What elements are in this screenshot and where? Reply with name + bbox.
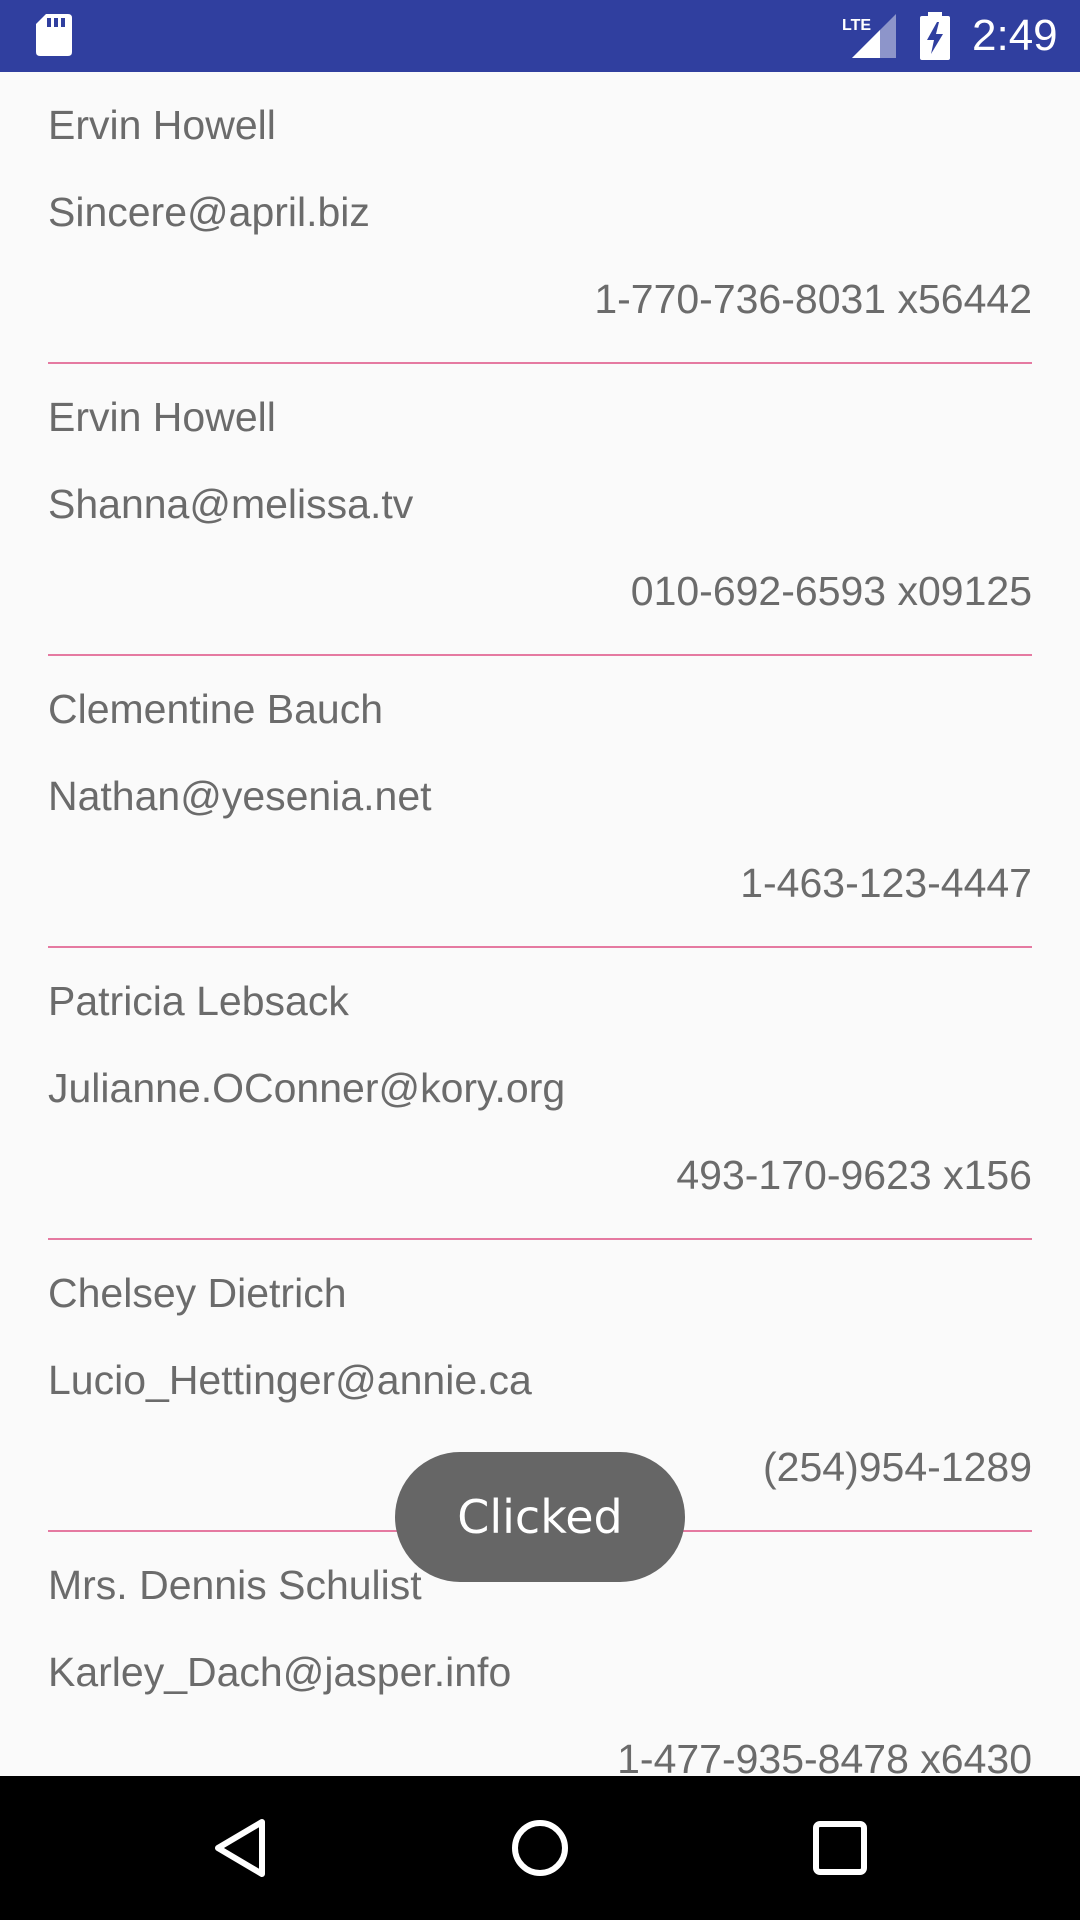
lte-signal-icon: LTE [842,14,896,58]
contact-email: Nathan@yesenia.net [48,773,432,819]
contact-phone: 493-170-9623 x156 [676,1152,1032,1198]
contact-name: Ervin Howell [48,394,276,440]
contact-list-item[interactable]: Clementine Bauch Nathan@yesenia.net 1-46… [0,656,1080,948]
contact-phone: 1-770-736-8031 x56442 [594,276,1032,322]
contact-name: Chelsey Dietrich [48,1270,347,1316]
status-bar: LTE 2:49 [0,0,1080,72]
contact-phone: 010-692-6593 x09125 [630,568,1032,614]
contact-list-item[interactable]: Ervin Howell Shanna@melissa.tv 010-692-6… [0,364,1080,656]
navigation-bar [0,1776,1080,1920]
contact-email: Sincere@april.biz [48,189,370,235]
battery-charging-icon [920,12,950,60]
contact-name: Ervin Howell [48,102,276,148]
contact-phone: (254)954-1289 [763,1444,1032,1490]
contact-email: Julianne.OConner@kory.org [48,1065,566,1111]
toast-message: Clicked [395,1452,685,1582]
contact-name: Patricia Lebsack [48,978,349,1024]
contact-list-item[interactable]: Patricia Lebsack Julianne.OConner@kory.o… [0,948,1080,1240]
contact-phone: 1-463-123-4447 [740,860,1032,906]
contact-email: Karley_Dach@jasper.info [48,1649,512,1695]
contact-name: Mrs. Dennis Schulist [48,1562,422,1608]
contact-list-item[interactable]: Ervin Howell Sincere@april.biz 1-770-736… [0,72,1080,364]
status-bar-time: 2:49 [972,11,1058,60]
recents-icon[interactable] [804,1812,876,1884]
home-icon[interactable] [504,1812,576,1884]
contact-phone: 1-477-935-8478 x6430 [617,1736,1032,1776]
contact-name: Clementine Bauch [48,686,384,732]
back-icon[interactable] [204,1812,276,1884]
contact-email: Shanna@melissa.tv [48,481,414,527]
contact-email: Lucio_Hettinger@annie.ca [48,1357,532,1403]
network-label: LTE [842,17,871,34]
sd-card-icon [36,14,72,56]
